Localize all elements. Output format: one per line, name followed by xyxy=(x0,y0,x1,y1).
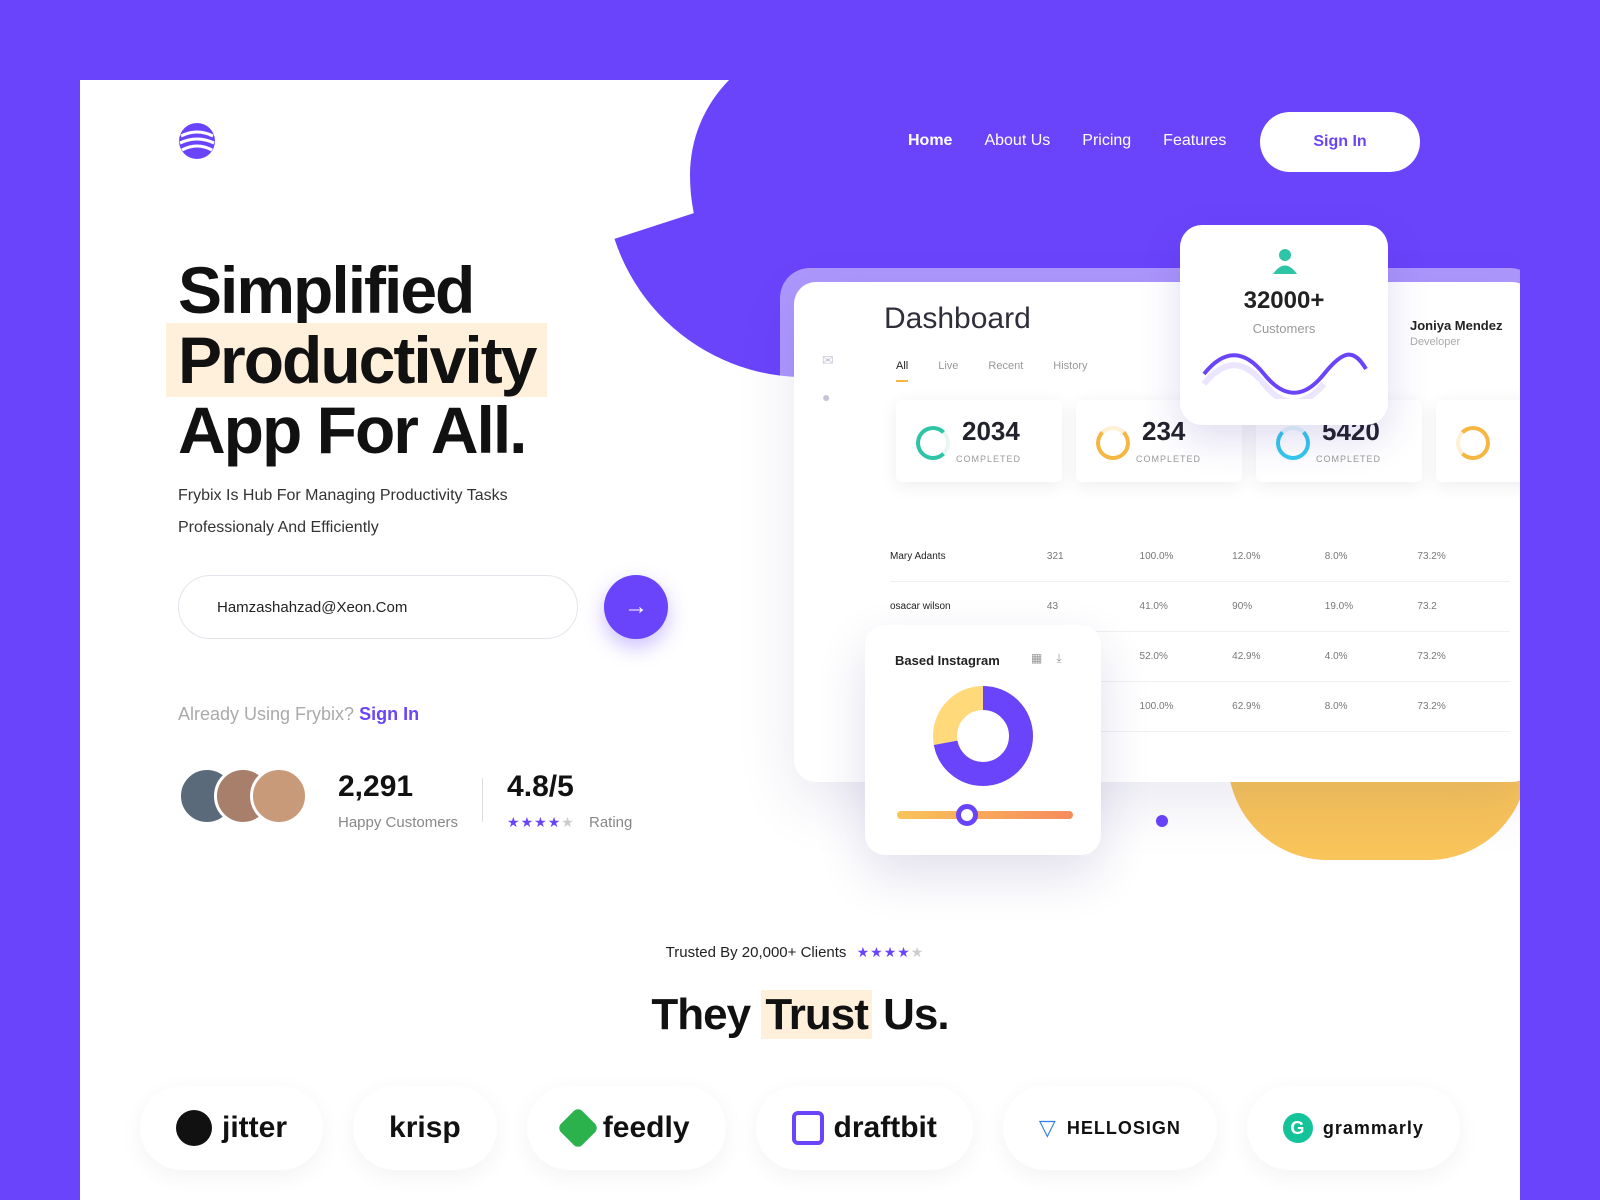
submit-arrow-button[interactable]: → xyxy=(604,575,668,639)
customers-count: 2,291 xyxy=(338,770,414,803)
rating-label: Rating xyxy=(588,814,633,831)
trusted-stars-icon: ★★★★★ xyxy=(856,944,925,960)
tab-live[interactable]: Live xyxy=(938,360,958,382)
customers-stat: 2,291 Happy Customers xyxy=(338,770,458,831)
avatar xyxy=(250,767,308,825)
customers-label: Happy Customers xyxy=(338,814,459,831)
trust-section-title: They Trust Us. xyxy=(651,990,950,1039)
dashboard-user-role: Developer xyxy=(1410,336,1461,348)
instagram-card: Based Instagram ▦ ⤓ xyxy=(865,625,1101,855)
user-icon[interactable]: ● xyxy=(822,389,834,405)
rating-stat: 4.8/5 ★★★★★ Rating xyxy=(507,770,632,831)
stat-card-label: COMPLETED xyxy=(1316,454,1382,464)
table-row[interactable]: Mary Adants 321 100.0% 12.0% 8.0% 73.2% xyxy=(890,532,1510,582)
brand-logos: jitter krisp feedly draftbit ▽ HELLOSIGN… xyxy=(140,1086,1460,1170)
stat-card-label: COMPLETED xyxy=(1136,454,1202,464)
progress-ring-icon xyxy=(1276,426,1310,460)
stat-card xyxy=(1436,400,1520,482)
hero-title: Simplified Productivity App For All. xyxy=(166,253,548,467)
already-using-text: Already Using Frybix? xyxy=(178,704,355,724)
slider-handle[interactable] xyxy=(956,804,979,826)
trusted-line: Trusted By 20,000+ Clients ★★★★★ xyxy=(80,944,1520,961)
progress-ring-icon xyxy=(916,426,950,460)
already-sign-in-link[interactable]: Sign In xyxy=(359,704,419,724)
donut-chart xyxy=(933,686,1033,786)
sign-in-button[interactable]: Sign In xyxy=(1260,112,1420,172)
hellosign-logo-icon: ▽ xyxy=(1038,1115,1057,1140)
brand-jitter: jitter xyxy=(140,1086,324,1170)
nav-pricing[interactable]: Pricing xyxy=(1082,132,1131,150)
decor-dot xyxy=(730,327,744,341)
hero-title-line-2: Productivity xyxy=(166,323,548,397)
grid-icon[interactable]: ▦ xyxy=(1031,651,1042,666)
stat-card-value: 2034 xyxy=(962,416,1020,446)
nav-features[interactable]: Features xyxy=(1163,132,1226,150)
draftbit-logo-icon xyxy=(791,1111,824,1145)
progress-ring-icon xyxy=(1456,426,1490,460)
feedly-logo-icon xyxy=(556,1106,600,1150)
arrow-right-icon: → xyxy=(624,593,648,620)
hero-description: Frybix Is Hub For Managing Productivity … xyxy=(178,487,508,536)
dashboard-tabs: All Live Recent History xyxy=(896,360,1088,382)
slider-track[interactable] xyxy=(897,811,1073,819)
main-nav: Home About Us Pricing Features xyxy=(908,132,1226,150)
customers-card-value: 32000+ xyxy=(1243,287,1325,314)
already-using-line: Already Using Frybix? Sign In xyxy=(178,704,419,725)
stats-divider xyxy=(482,778,484,822)
dashboard-title: Dashboard xyxy=(884,302,1031,335)
email-input[interactable] xyxy=(178,575,578,639)
frybix-logo-icon[interactable] xyxy=(178,122,216,160)
hero-title-line-3: App For All. xyxy=(178,393,528,467)
decor-dot xyxy=(1156,815,1168,827)
mail-icon[interactable]: ✉ xyxy=(822,352,834,369)
stat-card-value: 234 xyxy=(1142,416,1186,446)
customers-card: 32000+ Customers xyxy=(1180,225,1388,425)
hero-title-line-1: Simplified xyxy=(178,253,475,327)
landing-page: Home About Us Pricing Features Sign In S… xyxy=(80,80,1520,1200)
dashboard-user-name: Joniya Mendez xyxy=(1410,318,1503,333)
brand-draftbit: draftbit xyxy=(755,1086,973,1170)
hero-stats: 2,291 Happy Customers 4.8/5 ★★★★★ Rating xyxy=(338,770,632,831)
brand-hellosign: ▽ HELLOSIGN xyxy=(1002,1086,1217,1170)
brand-grammarly: G grammarly xyxy=(1246,1086,1460,1170)
nav-home[interactable]: Home xyxy=(908,132,952,150)
stat-card-label: COMPLETED xyxy=(956,454,1022,464)
nav-about-us[interactable]: About Us xyxy=(984,132,1050,150)
trusted-text: Trusted By 20,000+ Clients xyxy=(665,944,847,961)
jitter-logo-icon xyxy=(176,1110,212,1146)
tab-recent[interactable]: Recent xyxy=(988,360,1023,382)
rating-value: 4.8/5 xyxy=(507,770,574,803)
brand-feedly: feedly xyxy=(526,1086,726,1170)
stat-card: 2034 COMPLETED xyxy=(896,400,1062,482)
brand-krisp: krisp xyxy=(353,1086,497,1170)
rating-stars-icon: ★★★★★ xyxy=(507,814,575,830)
person-icon xyxy=(1273,249,1297,274)
progress-ring-icon xyxy=(1096,426,1130,460)
tab-all[interactable]: All xyxy=(896,360,909,382)
dashboard-sidebar: ✉ ● xyxy=(822,352,834,405)
instagram-card-title: Based Instagram xyxy=(895,653,1000,668)
customers-card-label: Customers xyxy=(1252,321,1316,336)
tab-history[interactable]: History xyxy=(1053,360,1087,382)
download-icon[interactable]: ⤓ xyxy=(1056,651,1061,666)
wave-line-icon xyxy=(1202,352,1368,399)
customer-avatars xyxy=(178,767,318,827)
grammarly-logo-icon: G xyxy=(1282,1113,1313,1143)
